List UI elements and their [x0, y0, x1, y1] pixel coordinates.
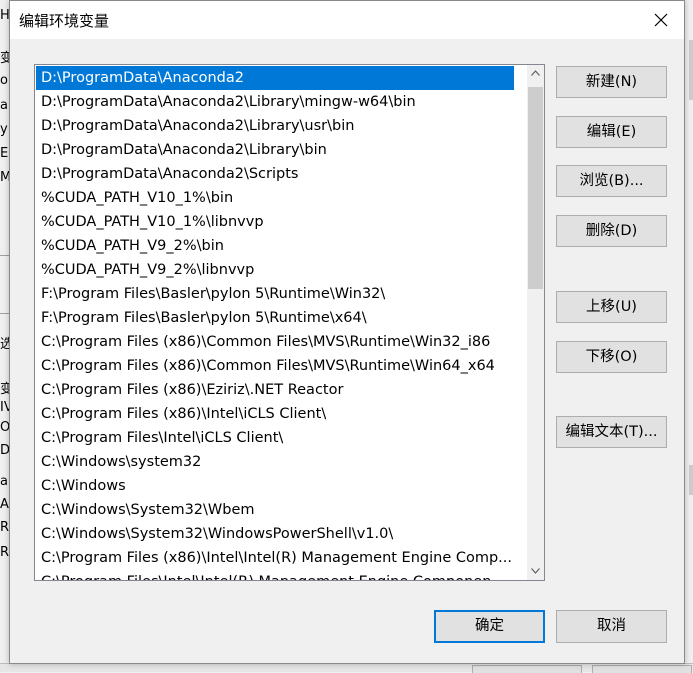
path-list[interactable]: D:\ProgramData\Anaconda2 D:\ProgramData\A…: [34, 64, 545, 581]
path-list-item[interactable]: C:\Program Files (x86)\Common Files\MVS\…: [36, 330, 514, 354]
move-down-button[interactable]: 下移(O): [556, 341, 667, 373]
move-up-button[interactable]: 上移(U): [556, 291, 667, 323]
path-list-item[interactable]: C:\Windows: [36, 474, 514, 498]
path-list-rows: D:\ProgramData\Anaconda2 D:\ProgramData\A…: [36, 66, 514, 580]
close-button[interactable]: [638, 1, 684, 39]
path-list-item[interactable]: %CUDA_PATH_V10_1%\libnvvp: [36, 210, 514, 234]
path-list-item[interactable]: D:\ProgramData\Anaconda2\Library\mingw-w…: [36, 90, 514, 114]
path-list-item[interactable]: %CUDA_PATH_V9_2%\libnvvp: [36, 258, 514, 282]
browse-button[interactable]: 浏览(B)...: [556, 165, 667, 197]
path-list-item[interactable]: F:\Program Files\Basler\pylon 5\Runtime\…: [36, 282, 514, 306]
path-list-item[interactable]: F:\Program Files\Basler\pylon 5\Runtime\…: [36, 306, 514, 330]
chevron-down-icon: [531, 568, 540, 574]
path-list-item[interactable]: D:\ProgramData\Anaconda2\Scripts: [36, 162, 514, 186]
ok-button[interactable]: 确定: [434, 610, 545, 643]
path-list-item[interactable]: C:\Windows\system32: [36, 450, 514, 474]
path-list-item[interactable]: D:\ProgramData\Anaconda2: [36, 66, 514, 90]
delete-button[interactable]: 删除(D): [556, 215, 667, 247]
background-scrollbar: [689, 465, 693, 495]
title-bar: 编辑环境变量: [10, 1, 684, 39]
path-list-item[interactable]: C:\Program Files\Intel\iCLS Client\: [36, 426, 514, 450]
path-list-item[interactable]: C:\Program Files (x86)\Intel\iCLS Client…: [36, 402, 514, 426]
list-scrollbar[interactable]: [527, 65, 544, 580]
scrollbar-thumb[interactable]: [528, 87, 543, 289]
edit-env-var-dialog: 编辑环境变量 D:\ProgramData\Anaconda2 D:\Progra…: [9, 0, 685, 664]
chevron-up-icon: [531, 70, 540, 76]
path-list-item[interactable]: C:\Program Files (x86)\Eziriz\.NET React…: [36, 378, 514, 402]
path-list-item[interactable]: D:\ProgramData\Anaconda2\Library\bin: [36, 138, 514, 162]
background-button-strip: [0, 663, 693, 673]
background-scrollbar: [689, 40, 693, 100]
scroll-down-button[interactable]: [527, 563, 544, 580]
path-list-item[interactable]: C:\Windows\System32\WindowsPowerShell\v1…: [36, 522, 514, 546]
path-list-item[interactable]: C:\Program Files\Intel\Intel(R) Manageme…: [36, 570, 514, 580]
path-list-item[interactable]: %CUDA_PATH_V9_2%\bin: [36, 234, 514, 258]
path-list-item[interactable]: D:\ProgramData\Anaconda2\Library\usr\bin: [36, 114, 514, 138]
new-button[interactable]: 新建(N): [556, 66, 667, 98]
cancel-button[interactable]: 取消: [556, 610, 667, 643]
path-list-item[interactable]: C:\Program Files (x86)\Intel\Intel(R) Ma…: [36, 546, 514, 570]
path-list-item[interactable]: C:\Program Files (x86)\Common Files\MVS\…: [36, 354, 514, 378]
close-icon: [654, 13, 668, 27]
scroll-up-button[interactable]: [527, 65, 544, 82]
dialog-title: 编辑环境变量: [19, 12, 110, 30]
edit-text-button[interactable]: 编辑文本(T)...: [556, 416, 667, 448]
edit-button[interactable]: 编辑(E): [556, 116, 667, 148]
path-list-item[interactable]: %CUDA_PATH_V10_1%\bin: [36, 186, 514, 210]
path-list-item[interactable]: C:\Windows\System32\Wbem: [36, 498, 514, 522]
